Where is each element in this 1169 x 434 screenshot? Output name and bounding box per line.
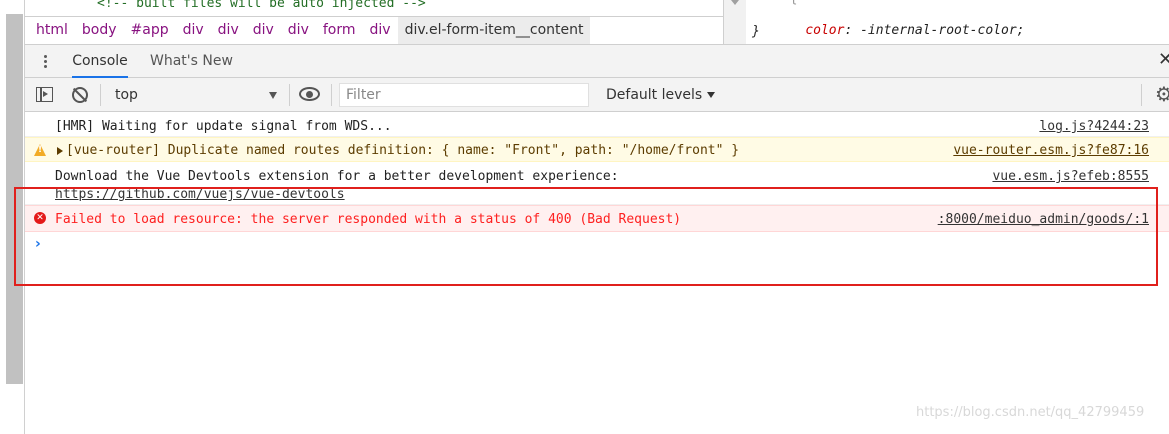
html-comment-node[interactable]: <!-- built files will be auto injected -…: [97, 0, 426, 11]
console-error-message: ✕ Failed to load resource: the server re…: [25, 205, 1169, 232]
gear-icon[interactable]: ⚙: [1155, 84, 1169, 104]
tab-whats-new[interactable]: What's New: [150, 45, 233, 77]
tab-console[interactable]: Console: [72, 45, 128, 78]
message-source-link[interactable]: vue.esm.js?efeb:8555: [992, 169, 1149, 184]
style-property-value: -internal-root-color;: [852, 23, 1025, 38]
toolbar-divider: [1141, 84, 1142, 106]
message-text: [HMR] Waiting for update signal from WDS…: [55, 119, 392, 134]
console-toolbar: top Default levels ⚙: [25, 78, 1169, 112]
message-text: Download the Vue Devtools extension for …: [55, 169, 619, 184]
breadcrumb-item-div[interactable]: div: [363, 17, 398, 44]
styles-scrollbar[interactable]: [724, 0, 746, 44]
breadcrumb-item-div[interactable]: div: [211, 17, 246, 44]
filter-input[interactable]: [339, 83, 589, 107]
clear-console-icon[interactable]: [71, 86, 91, 104]
scroll-down-arrow-icon[interactable]: [731, 0, 739, 5]
chevron-down-icon: [269, 91, 277, 99]
style-rule-fragment: {: [774, 0, 798, 6]
close-icon[interactable]: ✕: [1158, 51, 1169, 69]
style-rule-close: }: [752, 24, 760, 39]
breadcrumb-item-app[interactable]: #app: [124, 17, 176, 44]
console-prompt-icon[interactable]: ›: [35, 236, 41, 252]
log-levels-dropdown[interactable]: Default levels: [606, 83, 716, 107]
context-value: top: [115, 87, 138, 103]
breadcrumb-item-form[interactable]: form: [316, 17, 363, 44]
breadcrumb-item-selected[interactable]: div.el-form-item__content: [397, 17, 591, 44]
console-messages: [HMR] Waiting for update signal from WDS…: [25, 112, 1169, 434]
message-source-link[interactable]: :8000/meiduo_admin/goods/:1: [938, 212, 1149, 227]
context-selector[interactable]: top: [107, 82, 283, 108]
warning-icon: [34, 144, 46, 156]
log-levels-label: Default levels: [606, 87, 703, 103]
elements-tree: <!-- built files will be auto injected -…: [25, 0, 723, 16]
dom-breadcrumb: html body #app div div div div form div …: [25, 16, 723, 44]
more-vertical-icon[interactable]: [41, 53, 49, 69]
breadcrumb-item-html[interactable]: html: [29, 17, 75, 44]
console-message: [HMR] Waiting for update signal from WDS…: [25, 115, 1169, 137]
breadcrumb-item-body[interactable]: body: [75, 17, 124, 44]
style-property-name: color: [805, 23, 845, 38]
toolbar-divider: [289, 84, 290, 106]
chevron-down-icon: [707, 92, 716, 98]
expand-arrow-icon[interactable]: [57, 147, 63, 155]
error-icon: ✕: [34, 212, 46, 224]
eye-icon[interactable]: [299, 87, 321, 101]
styles-pane: { color: -internal-root-color; }: [724, 0, 1169, 44]
toolbar-divider: [331, 84, 332, 106]
breadcrumb-item-div[interactable]: div: [176, 17, 211, 44]
message-source-link[interactable]: vue-router.esm.js?fe87:16: [953, 143, 1149, 158]
message-text: Failed to load resource: the server resp…: [55, 212, 682, 227]
drawer-tab-bar: Console What's New ✕: [25, 44, 1169, 78]
console-warning-message: [vue-router] Duplicate named routes defi…: [25, 137, 1169, 162]
toolbar-divider: [100, 84, 101, 106]
watermark: https://blog.csdn.net/qq_42799459: [916, 405, 1145, 420]
vertical-scrollbar[interactable]: [6, 14, 23, 384]
devtools-url-link[interactable]: https://github.com/vuejs/vue-devtools: [55, 187, 345, 202]
message-source-link[interactable]: log.js?4244:23: [1039, 119, 1149, 134]
breadcrumb-item-div[interactable]: div: [246, 17, 281, 44]
message-text: [vue-router] Duplicate named routes defi…: [66, 143, 740, 158]
console-message: Download the Vue Devtools extension for …: [25, 163, 1169, 205]
breadcrumb-item-div[interactable]: div: [281, 17, 316, 44]
show-sidebar-icon[interactable]: [35, 86, 55, 104]
